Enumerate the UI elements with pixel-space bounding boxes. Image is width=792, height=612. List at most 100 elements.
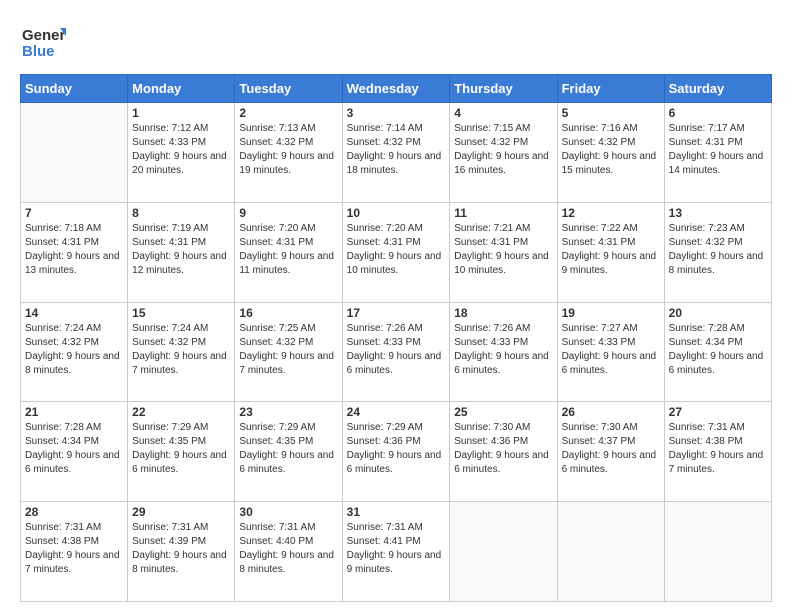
weekday-header-sunday: Sunday <box>21 75 128 103</box>
svg-text:General: General <box>22 27 66 44</box>
day-info: Sunrise: 7:16 AMSunset: 4:32 PMDaylight:… <box>562 122 660 178</box>
day-info: Sunrise: 7:31 AMSunset: 4:39 PMDaylight:… <box>132 521 230 577</box>
calendar-cell: 12 Sunrise: 7:22 AMSunset: 4:31 PMDayligh… <box>557 202 664 302</box>
weekday-header-friday: Friday <box>557 75 664 103</box>
calendar-cell: 27 Sunrise: 7:31 AMSunset: 4:38 PMDayligh… <box>664 402 771 502</box>
week-row-4: 28Sunrise: 7:31 AMSunset: 4:38 PMDayligh… <box>21 502 772 602</box>
day-info: Sunrise: 7:29 AMSunset: 4:35 PMDaylight:… <box>132 421 230 477</box>
day-info: Sunrise: 7:13 AMSunset: 4:32 PMDaylight:… <box>239 122 337 178</box>
day-number: 15 <box>132 306 230 320</box>
day-number: 7 <box>25 206 123 220</box>
day-info: Sunrise: 7:26 AMSunset: 4:33 PMDaylight:… <box>347 322 446 378</box>
day-number: 11 <box>454 206 552 220</box>
calendar-cell: 13 Sunrise: 7:23 AMSunset: 4:32 PMDayligh… <box>664 202 771 302</box>
day-info: Sunrise: 7:29 AMSunset: 4:35 PMDaylight:… <box>239 421 337 477</box>
calendar-cell <box>450 502 557 602</box>
calendar-cell <box>557 502 664 602</box>
day-number: 17 <box>347 306 446 320</box>
calendar-cell: 29 Sunrise: 7:31 AMSunset: 4:39 PMDayligh… <box>128 502 235 602</box>
day-number: 14 <box>25 306 123 320</box>
weekday-header-row: SundayMondayTuesdayWednesdayThursdayFrid… <box>21 75 772 103</box>
day-info: Sunrise: 7:22 AMSunset: 4:31 PMDaylight:… <box>562 222 660 278</box>
day-number: 3 <box>347 106 446 120</box>
calendar-cell <box>664 502 771 602</box>
week-row-3: 21Sunrise: 7:28 AMSunset: 4:34 PMDayligh… <box>21 402 772 502</box>
calendar-table: SundayMondayTuesdayWednesdayThursdayFrid… <box>20 74 772 602</box>
calendar-cell: 24 Sunrise: 7:29 AMSunset: 4:36 PMDayligh… <box>342 402 450 502</box>
weekday-header-tuesday: Tuesday <box>235 75 342 103</box>
day-number: 18 <box>454 306 552 320</box>
calendar-cell: 23 Sunrise: 7:29 AMSunset: 4:35 PMDayligh… <box>235 402 342 502</box>
header: General Blue <box>20 18 772 64</box>
calendar-cell: 30Sunrise: 7:31 AMSunset: 4:40 PMDayligh… <box>235 502 342 602</box>
day-info: Sunrise: 7:18 AMSunset: 4:31 PMDaylight:… <box>25 222 123 278</box>
day-number: 26 <box>562 405 660 419</box>
calendar-cell: 9Sunrise: 7:20 AMSunset: 4:31 PMDaylight… <box>235 202 342 302</box>
calendar-cell: 15 Sunrise: 7:24 AMSunset: 4:32 PMDayligh… <box>128 302 235 402</box>
day-info: Sunrise: 7:26 AMSunset: 4:33 PMDaylight:… <box>454 322 552 378</box>
calendar-cell: 4Sunrise: 7:15 AMSunset: 4:32 PMDaylight… <box>450 103 557 203</box>
calendar-cell: 21Sunrise: 7:28 AMSunset: 4:34 PMDayligh… <box>21 402 128 502</box>
day-info: Sunrise: 7:25 AMSunset: 4:32 PMDaylight:… <box>239 322 337 378</box>
day-number: 31 <box>347 505 446 519</box>
calendar-cell: 3 Sunrise: 7:14 AMSunset: 4:32 PMDaylight… <box>342 103 450 203</box>
day-info: Sunrise: 7:31 AMSunset: 4:38 PMDaylight:… <box>669 421 767 477</box>
day-info: Sunrise: 7:15 AMSunset: 4:32 PMDaylight:… <box>454 122 552 178</box>
page: General Blue SundayMondayTuesdayWednesda… <box>0 0 792 612</box>
day-number: 20 <box>669 306 767 320</box>
day-number: 1 <box>132 106 230 120</box>
day-number: 6 <box>669 106 767 120</box>
day-number: 8 <box>132 206 230 220</box>
calendar-cell: 25 Sunrise: 7:30 AMSunset: 4:36 PMDayligh… <box>450 402 557 502</box>
calendar-cell: 28Sunrise: 7:31 AMSunset: 4:38 PMDayligh… <box>21 502 128 602</box>
day-number: 29 <box>132 505 230 519</box>
day-info: Sunrise: 7:12 AMSunset: 4:33 PMDaylight:… <box>132 122 230 178</box>
day-number: 30 <box>239 505 337 519</box>
calendar-cell: 17 Sunrise: 7:26 AMSunset: 4:33 PMDayligh… <box>342 302 450 402</box>
day-number: 13 <box>669 206 767 220</box>
calendar-cell: 10 Sunrise: 7:20 AMSunset: 4:31 PMDayligh… <box>342 202 450 302</box>
day-number: 2 <box>239 106 337 120</box>
day-info: Sunrise: 7:27 AMSunset: 4:33 PMDaylight:… <box>562 322 660 378</box>
weekday-header-saturday: Saturday <box>664 75 771 103</box>
calendar-cell: 19 Sunrise: 7:27 AMSunset: 4:33 PMDayligh… <box>557 302 664 402</box>
day-info: Sunrise: 7:14 AMSunset: 4:32 PMDaylight:… <box>347 122 446 178</box>
day-number: 19 <box>562 306 660 320</box>
day-number: 9 <box>239 206 337 220</box>
calendar-cell: 14Sunrise: 7:24 AMSunset: 4:32 PMDayligh… <box>21 302 128 402</box>
day-number: 27 <box>669 405 767 419</box>
day-info: Sunrise: 7:29 AMSunset: 4:36 PMDaylight:… <box>347 421 446 477</box>
calendar-cell <box>21 103 128 203</box>
weekday-header-thursday: Thursday <box>450 75 557 103</box>
logo-icon: General Blue <box>20 18 66 64</box>
calendar-cell: 22 Sunrise: 7:29 AMSunset: 4:35 PMDayligh… <box>128 402 235 502</box>
calendar-cell: 20 Sunrise: 7:28 AMSunset: 4:34 PMDayligh… <box>664 302 771 402</box>
day-info: Sunrise: 7:30 AMSunset: 4:36 PMDaylight:… <box>454 421 552 477</box>
day-info: Sunrise: 7:19 AMSunset: 4:31 PMDaylight:… <box>132 222 230 278</box>
day-number: 16 <box>239 306 337 320</box>
svg-text:Blue: Blue <box>22 43 55 60</box>
week-row-0: 1 Sunrise: 7:12 AMSunset: 4:33 PMDaylight… <box>21 103 772 203</box>
calendar-cell: 26Sunrise: 7:30 AMSunset: 4:37 PMDayligh… <box>557 402 664 502</box>
calendar-cell: 16 Sunrise: 7:25 AMSunset: 4:32 PMDayligh… <box>235 302 342 402</box>
day-number: 10 <box>347 206 446 220</box>
day-number: 25 <box>454 405 552 419</box>
day-number: 22 <box>132 405 230 419</box>
logo: General Blue <box>20 18 66 64</box>
weekday-header-monday: Monday <box>128 75 235 103</box>
week-row-2: 14 Sunrise: 7:24 AMSunset: 4:32 PMDayligh… <box>21 302 772 402</box>
calendar-cell: 18 Sunrise: 7:26 AMSunset: 4:33 PMDayligh… <box>450 302 557 402</box>
calendar-cell: 31 Sunrise: 7:31 AMSunset: 4:41 PMDayligh… <box>342 502 450 602</box>
calendar-cell: 6Sunrise: 7:17 AMSunset: 4:31 PMDaylight… <box>664 103 771 203</box>
day-info: Sunrise: 7:23 AMSunset: 4:32 PMDaylight:… <box>669 222 767 278</box>
day-number: 5 <box>562 106 660 120</box>
day-info: Sunrise: 7:31 AMSunset: 4:41 PMDaylight:… <box>347 521 446 577</box>
weekday-header-wednesday: Wednesday <box>342 75 450 103</box>
day-number: 24 <box>347 405 446 419</box>
day-info: Sunrise: 7:24 AMSunset: 4:32 PMDaylight:… <box>132 322 230 378</box>
day-info: Sunrise: 7:28 AMSunset: 4:34 PMDaylight:… <box>669 322 767 378</box>
day-info: Sunrise: 7:20 AMSunset: 4:31 PMDaylight:… <box>347 222 446 278</box>
day-info: Sunrise: 7:28 AMSunset: 4:34 PMDaylight:… <box>25 421 123 477</box>
day-number: 23 <box>239 405 337 419</box>
day-number: 12 <box>562 206 660 220</box>
